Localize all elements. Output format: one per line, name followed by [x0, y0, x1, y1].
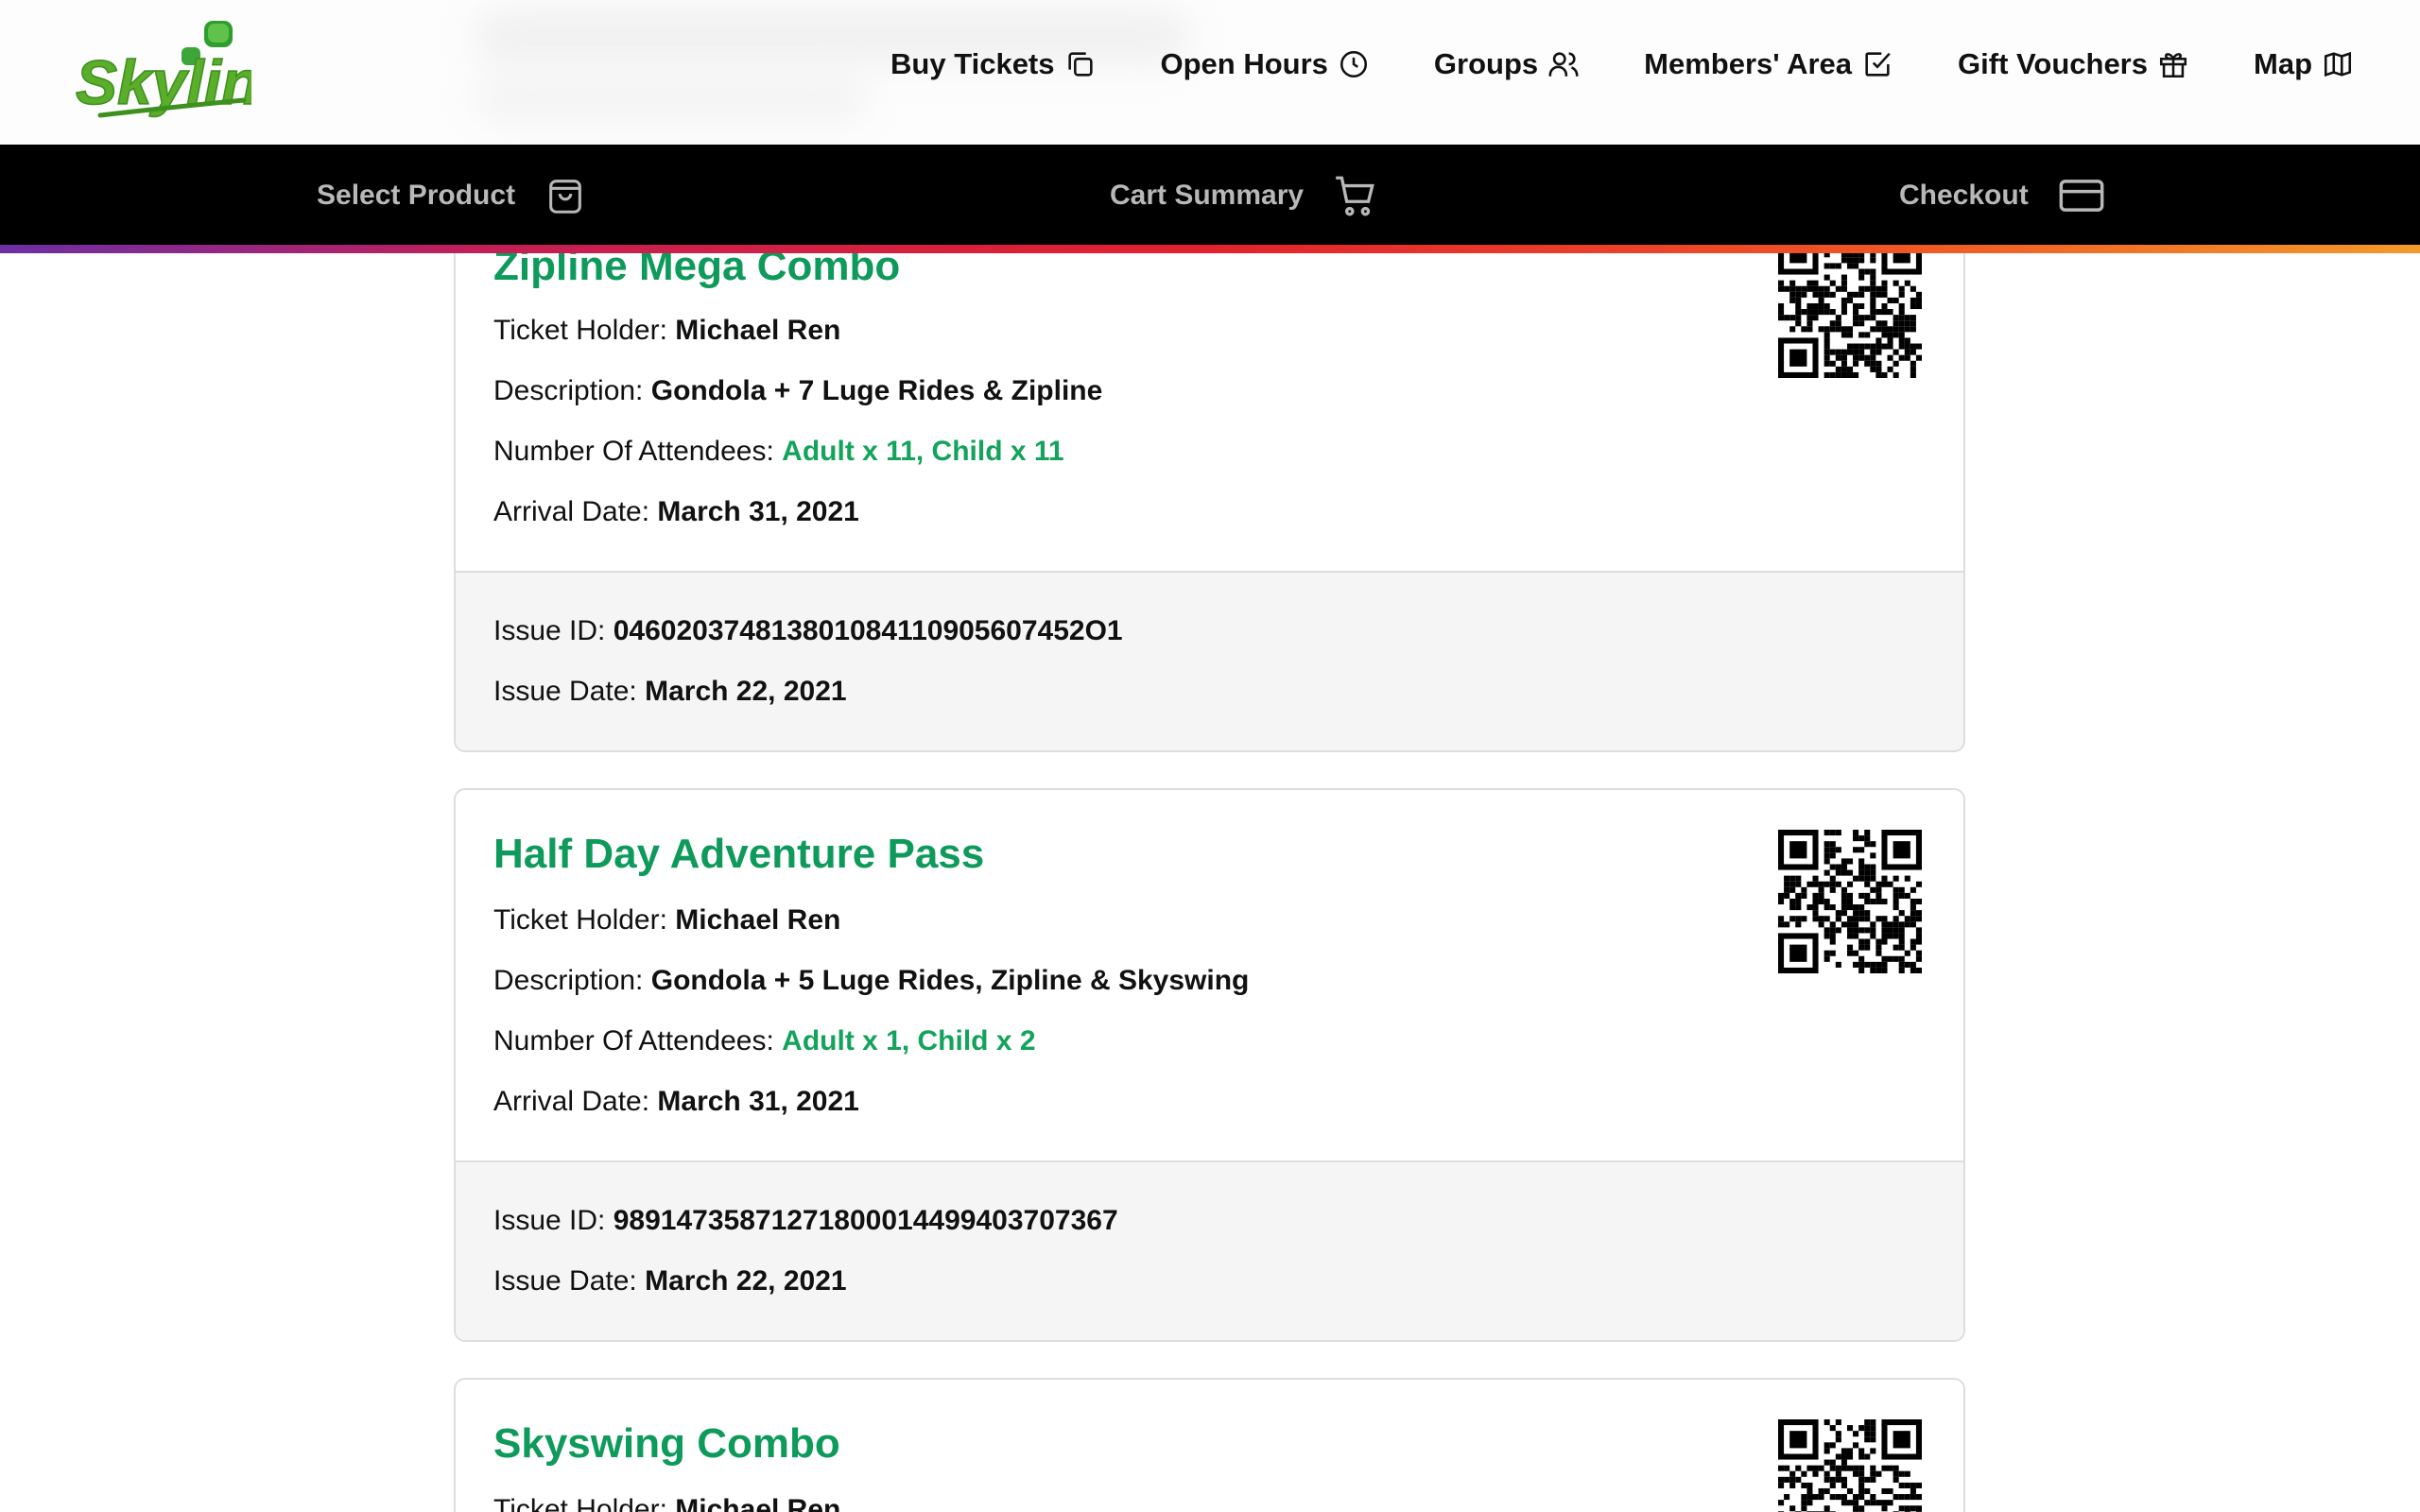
map-icon [2322, 48, 2354, 80]
ticket-holder-row: Ticket Holder: Michael Ren [493, 315, 841, 346]
step-cart-summary[interactable]: Cart Summary [1110, 145, 1379, 247]
arrival-row: Arrival Date: March 31, 2021 [493, 496, 859, 527]
shopping-bag-icon [544, 174, 587, 217]
qr-code-icon [1778, 234, 1922, 378]
issue-date-row: Issue Date: March 22, 2021 [493, 676, 847, 707]
ticket-card: Zipline Mega Combo Ticket Holder: Michae… [454, 217, 1965, 752]
brand-gradient-divider [0, 245, 2420, 253]
copy-icon [1064, 48, 1097, 80]
issue-id-row: Issue ID: 046020374813801084110905607452… [493, 615, 1123, 646]
ticket-title: Half Day Adventure Pass [493, 831, 985, 877]
arrival-date: March 31, 2021 [657, 1086, 859, 1117]
step-select-product[interactable]: Select Product [317, 145, 587, 247]
description-row: Description: Gondola + 5 Luge Rides, Zip… [493, 965, 1250, 996]
issue-id: 046020374813801084110905607452O1 [613, 615, 1123, 646]
issue-id: 98914735871271800014499403707367 [613, 1205, 1118, 1236]
attendees-value: Adult x 1, Child x 2 [782, 1025, 1036, 1057]
nav-map[interactable]: Map [2254, 47, 2354, 81]
site-header: Skyline Buy Tickets Open Hours Groups Me… [0, 0, 2420, 145]
qr-code-icon [1778, 830, 1922, 973]
gift-icon [2157, 48, 2189, 80]
nav-gift-vouchers[interactable]: Gift Vouchers [1958, 47, 2189, 81]
checkbox-icon [1861, 48, 1893, 80]
arrival-date: March 31, 2021 [657, 496, 859, 527]
description-row: Description: Gondola + 7 Luge Rides & Zi… [493, 375, 1103, 406]
ticket-holder: Michael Ren [675, 1494, 841, 1512]
blurred-region [473, 76, 870, 123]
nav-members-area[interactable]: Members' Area [1644, 47, 1893, 81]
ticket-card: Half Day Adventure Pass Ticket Holder: M… [454, 788, 1965, 1342]
ticket-description: Gondola + 7 Luge Rides & Zipline [650, 375, 1103, 406]
main-nav: Buy Tickets Open Hours Groups Members' A… [890, 47, 2354, 81]
issue-date: March 22, 2021 [645, 1265, 847, 1297]
skyline-logo[interactable]: Skyline [72, 17, 295, 129]
nav-open-hours[interactable]: Open Hours [1161, 47, 1370, 81]
checkout-steps-bar: Select Product Cart Summary Checkout [0, 145, 2420, 247]
ticket-holder: Michael Ren [675, 315, 841, 346]
arrival-row: Arrival Date: March 31, 2021 [493, 1086, 859, 1117]
issue-date: March 22, 2021 [645, 676, 847, 707]
issue-date-row: Issue Date: March 22, 2021 [493, 1265, 847, 1297]
attendees-row: Number Of Attendees: Adult x 1, Child x … [493, 1025, 1036, 1057]
ticket-description: Gondola + 5 Luge Rides, Zipline & Skyswi… [650, 965, 1250, 996]
ticket-title: Skyswing Combo [493, 1420, 840, 1467]
issue-id-row: Issue ID: 989147358712718000144994037073… [493, 1205, 1118, 1236]
credit-card-icon [2057, 171, 2106, 220]
ticket-holder-row: Ticket Holder: Michael Ren [493, 1480, 840, 1512]
ticket-card: Skyswing Combo Ticket Holder: Michael Re… [454, 1378, 1965, 1512]
nav-buy-tickets[interactable]: Buy Tickets [890, 47, 1096, 81]
qr-code-icon [1778, 1419, 1922, 1512]
clock-icon [1338, 48, 1370, 80]
ticket-holder: Michael Ren [675, 904, 841, 936]
ticket-holder-row: Ticket Holder: Michael Ren [493, 904, 841, 936]
attendees-value: Adult x 11, Child x 11 [782, 436, 1064, 467]
attendees-row: Number Of Attendees: Adult x 11, Child x… [493, 436, 1064, 467]
nav-groups[interactable]: Groups [1434, 47, 1580, 81]
users-icon [1547, 48, 1580, 80]
cart-icon [1332, 172, 1379, 219]
step-checkout[interactable]: Checkout [1899, 145, 2106, 247]
